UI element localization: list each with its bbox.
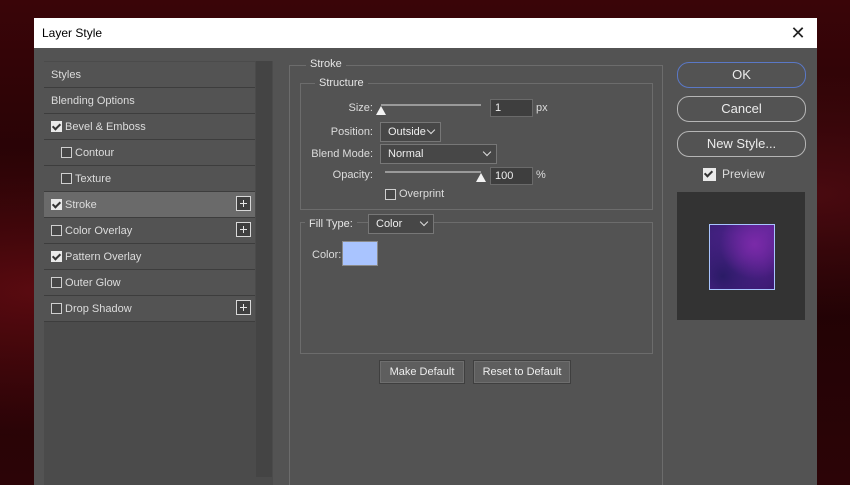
preview-label: Preview xyxy=(722,167,765,181)
title-bar: Layer Style ✕ xyxy=(34,18,817,48)
style-row-label: Color Overlay xyxy=(65,225,133,237)
add-effect-icon[interactable] xyxy=(236,222,251,237)
blend-mode-value: Normal xyxy=(388,148,424,160)
style-row-drop-shadow[interactable]: Drop Shadow xyxy=(44,296,255,322)
stroke-group-title: Stroke xyxy=(306,58,346,70)
style-checkbox[interactable] xyxy=(51,277,62,288)
add-effect-icon[interactable] xyxy=(236,196,251,211)
chevron-down-icon xyxy=(482,147,492,157)
window-title: Layer Style xyxy=(42,26,103,40)
style-row-contour[interactable]: Contour xyxy=(44,140,255,166)
color-swatch[interactable] xyxy=(342,241,378,266)
ok-button[interactable]: OK xyxy=(677,62,806,88)
make-default-button[interactable]: Make Default xyxy=(379,360,465,384)
overprint-checkbox[interactable] xyxy=(385,189,396,200)
fill-type-label: Fill Type: xyxy=(305,218,357,230)
position-dropdown[interactable]: Outside xyxy=(380,122,441,142)
chevron-down-icon xyxy=(419,217,429,227)
new-style-button[interactable]: New Style... xyxy=(677,131,806,157)
style-checkbox[interactable] xyxy=(51,251,62,262)
style-checkbox[interactable] xyxy=(51,199,62,210)
size-input[interactable]: 1 xyxy=(490,99,533,117)
style-row-label: Bevel & Emboss xyxy=(65,121,146,133)
style-checkbox[interactable] xyxy=(61,147,72,158)
style-checkbox[interactable] xyxy=(51,121,62,132)
style-checkbox[interactable] xyxy=(51,225,62,236)
styles-list-scrollbar[interactable] xyxy=(256,61,272,477)
style-row-outer-glow[interactable]: Outer Glow xyxy=(44,270,255,296)
preview-frame xyxy=(677,192,805,320)
preview-thumbnail xyxy=(709,224,775,290)
opacity-slider-track[interactable] xyxy=(385,171,481,173)
style-row-label: Outer Glow xyxy=(65,277,121,289)
opacity-slider-thumb[interactable] xyxy=(476,173,486,182)
size-slider-track[interactable] xyxy=(381,104,481,106)
style-row-texture[interactable]: Texture xyxy=(44,166,255,192)
reset-to-default-button[interactable]: Reset to Default xyxy=(473,360,571,384)
opacity-unit: % xyxy=(536,169,546,181)
blend-mode-dropdown[interactable]: Normal xyxy=(380,144,497,164)
blend-mode-label: Blend Mode: xyxy=(311,148,373,160)
style-row-styles[interactable]: Styles xyxy=(44,62,255,88)
preview-checkbox[interactable] xyxy=(703,168,716,181)
opacity-input[interactable]: 100 xyxy=(490,167,533,185)
style-row-label: Stroke xyxy=(65,199,97,211)
style-row-label: Texture xyxy=(75,173,112,185)
size-unit: px xyxy=(536,102,548,114)
style-checkbox[interactable] xyxy=(61,173,72,184)
close-icon[interactable]: ✕ xyxy=(787,22,809,44)
add-effect-icon[interactable] xyxy=(236,300,251,315)
fill-type-dropdown[interactable]: Color xyxy=(368,214,434,234)
fill-type-value: Color xyxy=(376,218,403,230)
style-row-blending-options[interactable]: Blending Options xyxy=(44,88,255,114)
style-row-label: Styles xyxy=(51,69,81,81)
position-value: Outside xyxy=(388,126,426,138)
style-row-label: Blending Options xyxy=(51,95,135,107)
size-slider-thumb[interactable] xyxy=(376,106,386,115)
style-row-pattern-overlay[interactable]: Pattern Overlay xyxy=(44,244,255,270)
cancel-button[interactable]: Cancel xyxy=(677,96,806,122)
chevron-down-icon xyxy=(426,125,436,135)
opacity-label: Opacity: xyxy=(332,169,373,181)
overprint-label: Overprint xyxy=(399,188,445,200)
layer-style-dialog: Layer Style ✕ Stroke Structure Size: 1 p… xyxy=(34,18,817,485)
position-label: Position: xyxy=(330,126,373,138)
style-checkbox[interactable] xyxy=(51,303,62,314)
style-row-label: Pattern Overlay xyxy=(65,251,142,263)
style-row-label: Contour xyxy=(75,147,115,159)
size-label: Size: xyxy=(348,102,373,114)
color-label: Color: xyxy=(312,249,342,261)
style-row-color-overlay[interactable]: Color Overlay xyxy=(44,218,255,244)
style-row-bevel-emboss[interactable]: Bevel & Emboss xyxy=(44,114,255,140)
structure-group-title: Structure xyxy=(315,77,368,89)
style-row-stroke[interactable]: Stroke xyxy=(44,192,255,218)
style-row-label: Drop Shadow xyxy=(65,303,132,315)
